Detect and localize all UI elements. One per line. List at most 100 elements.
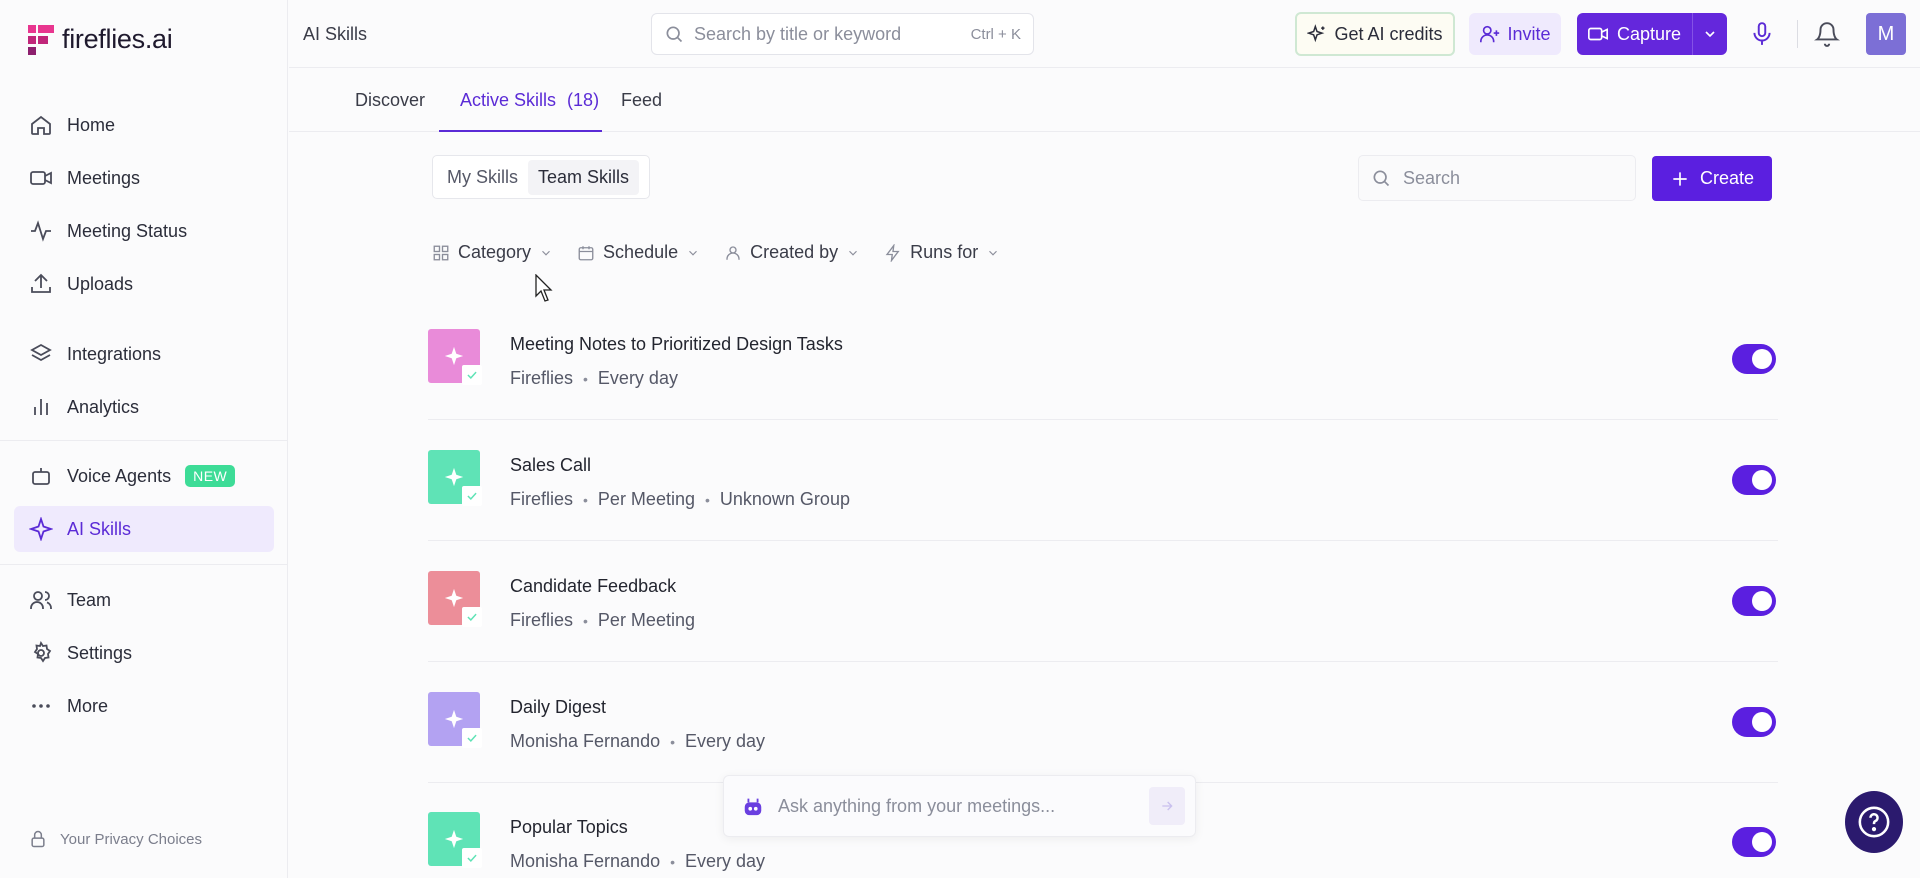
skill-icon — [428, 692, 482, 748]
sidebar-divider — [0, 564, 288, 565]
sidebar-item-label: Uploads — [67, 273, 134, 294]
filter-created-by[interactable]: Created by — [724, 242, 860, 263]
tab-discover[interactable]: Discover — [355, 90, 425, 111]
skills-tabs: Discover Active Skills (18) Feed — [289, 68, 1920, 132]
filter-label: Created by — [750, 242, 839, 262]
tab-feed[interactable]: Feed — [621, 90, 662, 111]
team-skills-option[interactable]: Team Skills — [528, 159, 640, 195]
bell-icon — [1814, 22, 1840, 47]
home-icon — [28, 112, 54, 138]
sidebar-item-label: Meeting Status — [67, 220, 188, 241]
sidebar-item-label: More — [67, 695, 109, 716]
page-title: AI Skills — [303, 24, 368, 44]
nav-group-tools: Integrations Analytics — [14, 331, 274, 437]
skill-row[interactable]: Daily Digest Monisha Fernando • Every da… — [428, 663, 1778, 783]
sidebar-item-voice-agents[interactable]: Voice Agents NEW — [14, 453, 274, 499]
sidebar-item-label: Team — [67, 589, 112, 610]
skill-row[interactable]: Meeting Notes to Prioritized Design Task… — [428, 300, 1778, 420]
capture-button[interactable]: Capture — [1577, 13, 1727, 55]
bar-chart-icon — [28, 394, 54, 420]
sparkle-icon — [444, 829, 464, 849]
filter-category[interactable]: Category — [432, 242, 553, 263]
skill-group: Unknown Group — [719, 489, 850, 509]
logo-text: fireflies.ai — [62, 24, 173, 54]
invite-button[interactable]: Invite — [1469, 13, 1561, 55]
sparkle-icon — [28, 516, 54, 542]
topbar: AI Skills Search by title or keyword Ctr… — [289, 0, 1920, 68]
fireflies-logo-icon — [28, 24, 54, 55]
nav-group-settings: Team Settings More — [14, 577, 274, 736]
skill-source: Fireflies — [510, 368, 574, 388]
filter-label: Runs for — [910, 242, 979, 262]
capture-dropdown[interactable] — [1693, 26, 1727, 42]
search-placeholder: Search — [1403, 167, 1461, 188]
skill-schedule: Per Meeting — [597, 489, 695, 509]
sidebar-item-ai-skills[interactable]: AI Skills — [14, 506, 274, 552]
chevron-down-icon — [542, 250, 550, 256]
skill-enabled-toggle[interactable] — [1732, 586, 1776, 616]
get-ai-credits-button[interactable]: Get AI credits — [1295, 12, 1455, 56]
users-icon — [28, 587, 54, 613]
privacy-label: Your Privacy Choices — [60, 830, 203, 848]
send-button[interactable] — [1149, 787, 1185, 825]
ask-placeholder: Ask anything from your meetings... — [778, 795, 1056, 816]
skill-row[interactable]: Sales Call Fireflies • Per Meeting • Unk… — [428, 421, 1778, 541]
bot-icon — [28, 463, 54, 489]
help-button[interactable] — [1845, 791, 1903, 853]
privacy-choices-link[interactable]: Your Privacy Choices — [28, 829, 202, 849]
toggle-knob — [1752, 349, 1772, 369]
tab-active-skills[interactable]: Active Skills (18) — [460, 90, 599, 111]
sidebar-item-meetings[interactable]: Meetings — [14, 155, 274, 201]
sidebar-item-home[interactable]: Home — [14, 102, 274, 148]
skill-title: Sales Call — [510, 455, 592, 475]
sidebar-item-label: Voice Agents — [67, 465, 172, 486]
tab-count: (18) — [567, 90, 600, 110]
question-icon — [1858, 806, 1890, 838]
my-skills-option[interactable]: My Skills — [437, 160, 528, 195]
sidebar-item-team[interactable]: Team — [14, 577, 274, 623]
skill-enabled-toggle[interactable] — [1732, 344, 1776, 374]
skill-meta: Monisha Fernando • Every day — [510, 851, 765, 872]
search-icon — [1373, 170, 1390, 187]
sidebar-item-label: AI Skills — [67, 518, 132, 539]
filter-schedule[interactable]: Schedule — [577, 242, 700, 263]
sidebar-item-analytics[interactable]: Analytics — [14, 384, 274, 430]
sidebar-item-settings[interactable]: Settings — [14, 630, 274, 676]
filter-runs-for[interactable]: Runs for — [884, 242, 1000, 263]
logo[interactable]: fireflies.ai — [28, 24, 173, 55]
global-search-input[interactable]: Search by title or keyword Ctrl + K — [651, 13, 1034, 55]
microphone-button[interactable] — [1749, 20, 1775, 53]
sidebar-item-more[interactable]: More — [14, 683, 274, 729]
meta-separator: • — [670, 733, 675, 750]
sidebar-item-meeting-status[interactable]: Meeting Status — [14, 208, 274, 254]
ask-fred-input[interactable]: Ask anything from your meetings... — [723, 775, 1196, 837]
check-icon — [462, 848, 482, 868]
skill-enabled-toggle[interactable] — [1732, 465, 1776, 495]
skills-search-input[interactable]: Search — [1358, 155, 1636, 201]
skill-icon — [428, 450, 482, 506]
more-icon — [28, 693, 54, 719]
sparkle-icon — [444, 467, 464, 487]
skill-source: Monisha Fernando — [510, 851, 661, 871]
skill-source: Fireflies — [510, 489, 574, 509]
bot-icon — [744, 798, 762, 816]
active-tab-indicator — [439, 130, 602, 132]
capture-main[interactable]: Capture — [1577, 13, 1693, 55]
sidebar-item-label: Meetings — [67, 167, 141, 188]
chevron-down-icon — [1705, 31, 1715, 38]
user-icon — [726, 245, 740, 260]
invite-label: Invite — [1507, 23, 1551, 44]
sidebar: fireflies.ai Home Meetings Meeting Statu… — [0, 0, 288, 878]
sidebar-item-integrations[interactable]: Integrations — [14, 331, 274, 377]
notifications-button[interactable] — [1814, 20, 1840, 53]
skill-enabled-toggle[interactable] — [1732, 827, 1776, 857]
topbar-divider — [1797, 20, 1798, 48]
skill-row[interactable]: Candidate Feedback Fireflies • Per Meeti… — [428, 542, 1778, 662]
skill-enabled-toggle[interactable] — [1732, 707, 1776, 737]
sidebar-item-uploads[interactable]: Uploads — [14, 261, 274, 307]
sidebar-divider — [0, 440, 288, 441]
sparkle-icon — [444, 709, 464, 729]
create-skill-button[interactable]: Create — [1652, 156, 1772, 201]
avatar[interactable]: M — [1866, 13, 1906, 55]
search-placeholder: Search by title or keyword — [694, 23, 902, 44]
